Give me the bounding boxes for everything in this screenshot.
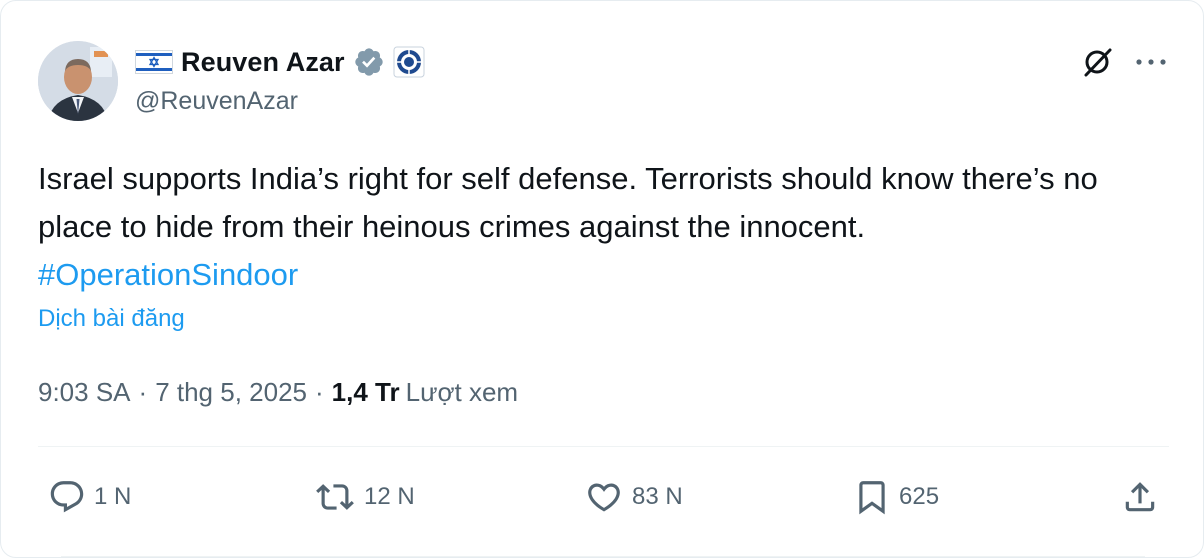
reply-count: 1 N [94,483,132,510]
grok-icon[interactable] [1081,45,1115,79]
tweet-card: Reuven Azar @ReuvenAzar Israel supports … [0,0,1204,558]
meta-separator: · [315,376,324,407]
hashtag-link[interactable]: #OperationSindoor [38,257,298,292]
views-count: 1,4 Tr [331,376,400,407]
author-display-name[interactable]: Reuven Azar [181,47,345,78]
bookmark-count: 625 [899,483,940,510]
verified-badge-icon[interactable] [353,46,385,78]
meta-separator: · [138,376,148,407]
bookmark-icon [859,481,885,515]
tweet-body: Israel supports India’s right for self d… [38,155,1168,299]
reply-icon [50,481,84,513]
repost-button[interactable]: 12 N [314,477,415,517]
heart-icon [588,483,620,512]
bookmark-button[interactable]: 625 [853,477,939,517]
like-count: 83 N [632,483,683,510]
tweet-date[interactable]: 7 thg 5, 2025 [155,377,307,408]
tweet-text: Israel supports India’s right for self d… [38,161,1098,244]
avatar-image [38,41,118,121]
repost-count: 12 N [364,483,415,510]
avatar[interactable] [38,41,118,121]
author-handle[interactable]: @ReuvenAzar [135,87,298,116]
translate-post-link[interactable]: Dịch bài đăng [38,305,185,333]
repost-icon [316,484,354,510]
share-button[interactable] [1121,477,1159,517]
share-icon [1125,482,1155,512]
divider [38,446,1169,447]
author-name-row: Reuven Azar [135,45,425,79]
bottom-divider [61,556,1145,557]
more-options-icon[interactable] [1131,47,1171,77]
israel-flag-icon [135,50,173,74]
tweet-time[interactable]: 9:03 SA [38,377,131,408]
like-button[interactable]: 83 N [584,477,683,517]
views-label: Lượt xem [405,376,519,407]
tweet-meta: 9:03 SA · 7 thg 5, 2025 · 1,4 Tr Lượt xe… [38,374,518,410]
government-affiliate-icon[interactable] [393,46,425,78]
reply-button[interactable]: 1 N [48,477,131,517]
